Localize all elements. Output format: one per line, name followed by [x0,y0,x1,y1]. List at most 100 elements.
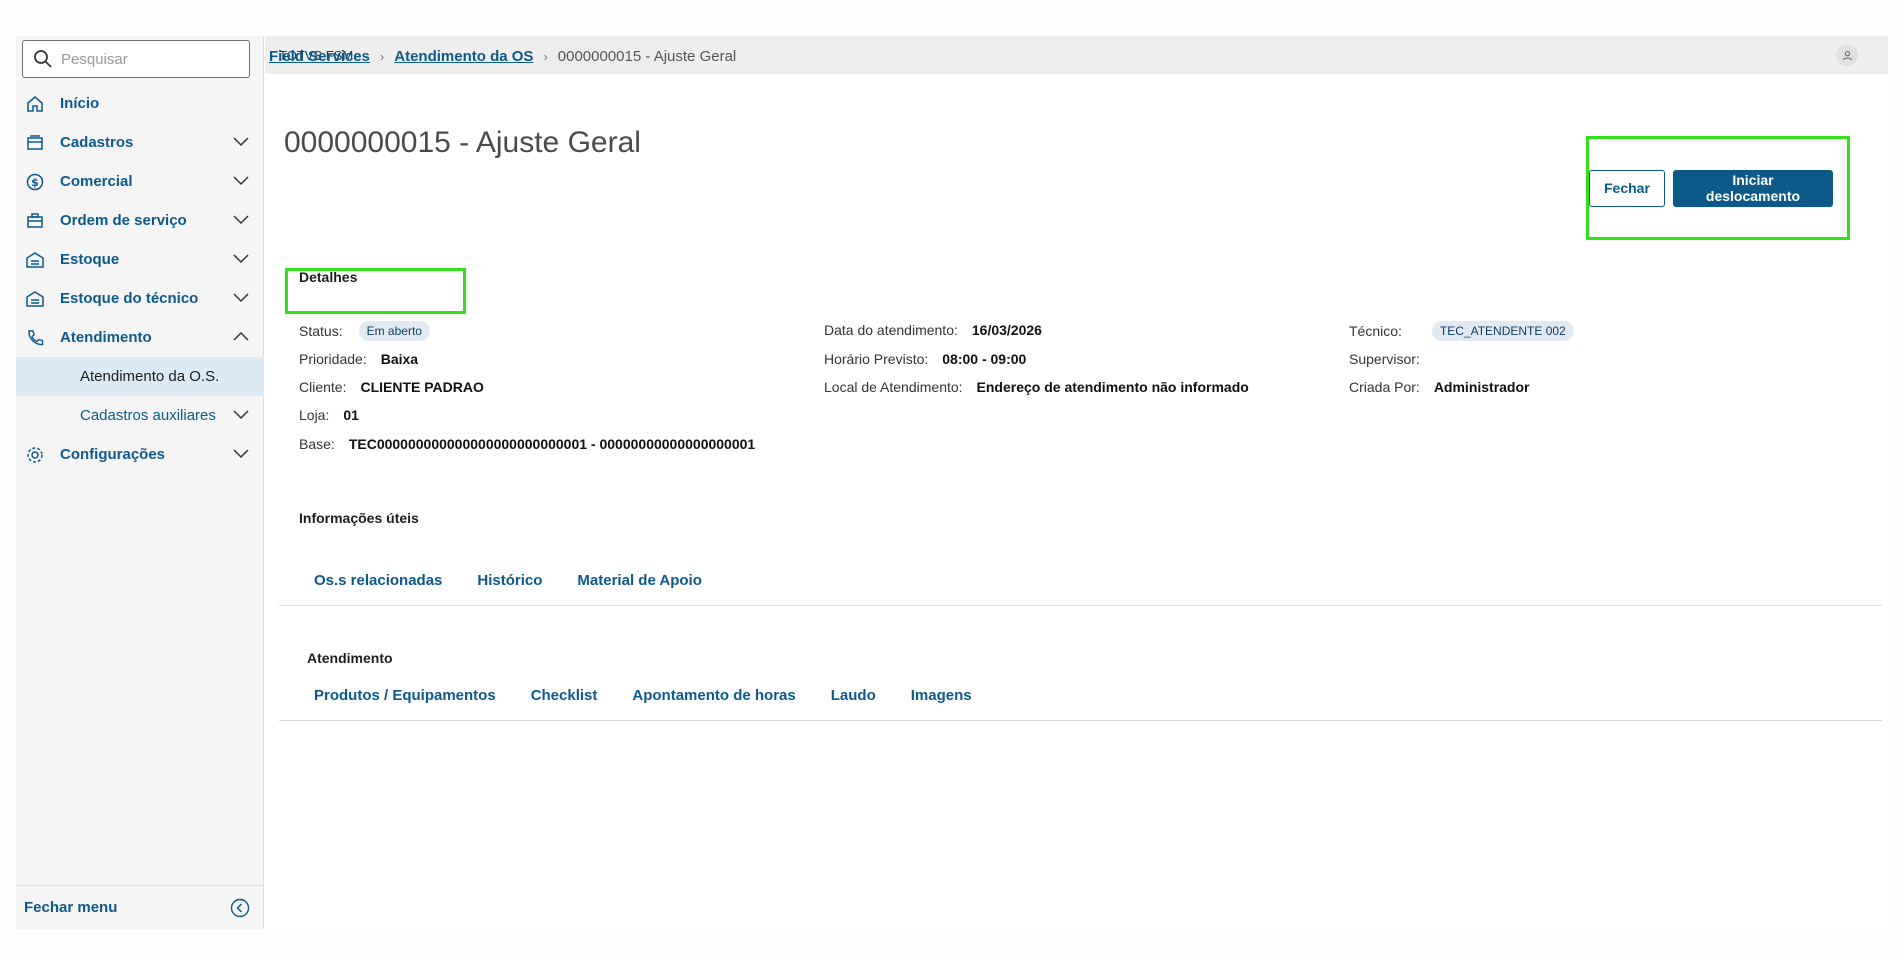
sidebar-item-label: Configurações [60,446,166,463]
priority-label: Prioridade: [299,351,367,367]
sidebar-item-label: Atendimento da O.S. [80,368,220,385]
dollar-icon: $ [26,173,44,191]
warehouse-icon [26,290,44,308]
tab-images[interactable]: Imagens [911,687,972,704]
sidebar-item-configuracoes[interactable]: Configurações [16,435,264,474]
sidebar-item-label: Ordem de serviço [60,212,187,229]
chevron-down-icon [233,254,249,264]
base-value: TEC000000000000000000000000001 - 0000000… [348,436,756,452]
cards-icon [26,134,44,152]
tech-field: Técnico: TEC_ATENDENTE 002 [1349,321,1574,341]
sidebar-item-ordem-de-servico[interactable]: Ordem de serviço [16,201,264,240]
sidebar-item-label: Estoque [60,251,120,268]
priority-value: Baixa [380,351,419,367]
sidebar-item-cadastros-auxiliares[interactable]: Cadastros auxiliares [16,396,264,435]
sidebar-nav: Início Cadastros $ Comercial Ordem de se… [16,84,264,474]
user-icon [1842,50,1852,60]
store-field: Loja: 01 [299,407,359,423]
service-tabs: Produtos / Equipamentos Checklist Aponta… [314,687,972,704]
tab-products-equipment[interactable]: Produtos / Equipamentos [314,687,496,704]
chevron-down-icon [233,176,249,186]
gear-icon [26,446,44,464]
tab-checklist[interactable]: Checklist [531,687,598,704]
service-heading: Atendimento [307,650,393,666]
sidebar-item-label: Comercial [60,173,133,190]
time-label: Horário Previsto: [824,351,929,367]
briefcase-icon [26,212,44,230]
time-value: 08:00 - 09:00 [942,351,1027,367]
collapse-icon[interactable] [230,898,250,918]
date-field: Data do atendimento: 16/03/2026 [824,322,1042,338]
base-field: Base: TEC000000000000000000000000001 - 0… [299,436,755,452]
sidebar-item-atendimento-da-os[interactable]: Atendimento da O.S. [16,357,264,396]
sidebar-item-atendimento[interactable]: Atendimento [16,318,264,357]
close-button[interactable]: Fechar [1589,169,1665,207]
chevron-up-icon [233,331,249,341]
breadcrumb-current: 0000000015 - Ajuste Geral [557,48,737,65]
sidebar-item-estoque[interactable]: Estoque [16,240,264,279]
sidebar: Início Cadastros $ Comercial O [16,36,264,929]
phone-icon [26,329,44,347]
location-label: Local de Atendimento: [824,379,963,395]
search-input[interactable] [61,50,241,68]
home-icon [26,95,44,113]
priority-field: Prioridade: Baixa [299,351,418,367]
status-label: Status: [299,323,343,339]
sidebar-item-label: Início [60,95,100,112]
supervisor-field: Supervisor: [1349,351,1420,367]
tech-badge: TEC_ATENDENTE 002 [1431,321,1574,341]
store-value: 01 [343,407,359,423]
client-value: CLIENTE PADRAO [360,379,484,395]
sidebar-item-label: Cadastros auxiliares [80,407,216,424]
breadcrumb-field-services[interactable]: Field Services [269,48,370,65]
sidebar-item-inicio[interactable]: Início [16,84,264,123]
warehouse-icon [26,251,44,269]
actions-highlight: Fechar Iniciar deslocamento [1586,136,1850,240]
supervisor-label: Supervisor: [1349,351,1420,367]
close-menu-button[interactable]: Fechar menu [16,885,264,929]
breadcrumb-atendimento-da-os[interactable]: Atendimento da OS [394,48,533,65]
sidebar-item-cadastros[interactable]: Cadastros [16,123,264,162]
tab-history[interactable]: Histórico [477,572,542,589]
sidebar-item-label: Atendimento [60,329,152,346]
chevron-down-icon [233,449,249,459]
status-field: Status: Em aberto [299,321,430,341]
location-value: Endereço de atendimento não informado [976,379,1249,395]
search-box[interactable] [22,40,250,78]
start-travel-button[interactable]: Iniciar deslocamento [1672,169,1833,207]
close-menu-label: Fechar menu [24,899,118,916]
date-label: Data do atendimento: [824,322,958,338]
tab-report[interactable]: Laudo [831,687,876,704]
created-by-value: Administrador [1433,379,1530,395]
divider [279,720,1882,721]
status-highlight [285,268,466,314]
divider [279,605,1882,606]
sidebar-item-label: Estoque do técnico [60,290,199,307]
status-badge: Em aberto [358,321,430,341]
chevron-down-icon [233,137,249,147]
location-field: Local de Atendimento: Endereço de atendi… [824,379,1249,395]
sidebar-item-estoque-do-tecnico[interactable]: Estoque do técnico [16,279,264,318]
chevron-right-icon: › [379,49,385,64]
tab-support-material[interactable]: Material de Apoio [577,572,701,589]
sidebar-item-comercial[interactable]: $ Comercial [16,162,264,201]
user-avatar[interactable] [1836,44,1858,66]
chevron-down-icon [233,293,249,303]
chevron-down-icon [233,410,249,420]
client-field: Cliente: CLIENTE PADRAO [299,379,484,395]
search-icon [34,50,52,68]
client-label: Cliente: [299,379,347,395]
tab-related-os[interactable]: Os.s relacionadas [314,572,442,589]
tab-hour-logging[interactable]: Apontamento de horas [632,687,795,704]
chevron-right-icon: › [543,49,548,64]
base-label: Base: [299,436,335,452]
store-label: Loja: [299,407,330,423]
time-field: Horário Previsto: 08:00 - 09:00 [824,351,1026,367]
breadcrumb: Field Services › Atendimento da OS › 000… [269,48,736,65]
date-value: 16/03/2026 [971,322,1042,338]
created-by-field: Criada Por: Administrador [1349,379,1530,395]
tech-label: Técnico: [1349,323,1402,339]
created-by-label: Criada Por: [1349,379,1420,395]
sidebar-item-label: Cadastros [60,134,134,151]
chevron-down-icon [233,215,249,225]
